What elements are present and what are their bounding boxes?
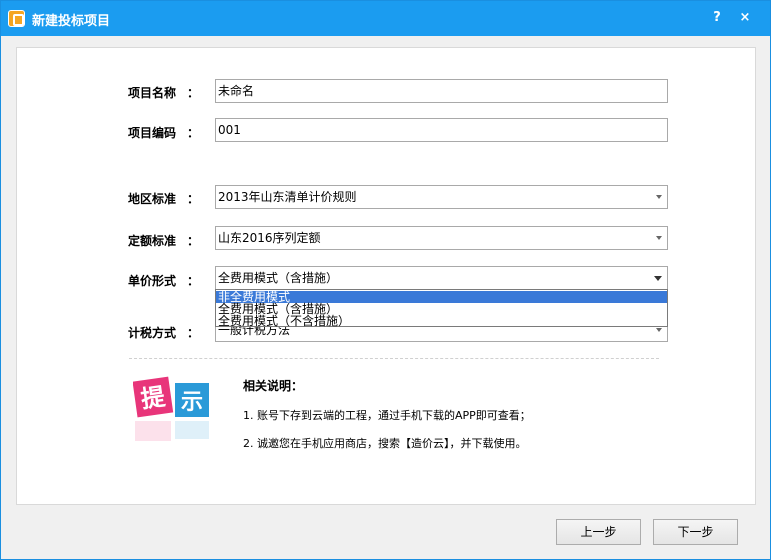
unit-price-form-select[interactable]: 全费用模式（含措施） (215, 266, 668, 290)
project-name-colon: ： (187, 86, 200, 100)
chevron-down-icon (656, 195, 662, 199)
dropdown-option[interactable]: 全费用模式（不含措施） (216, 315, 667, 327)
close-button[interactable]: × (737, 9, 753, 27)
help-button[interactable]: ? (709, 9, 725, 27)
chevron-down-icon (654, 276, 662, 281)
project-name-label: 项目名称 (128, 86, 177, 100)
tip-reflection-blue (175, 421, 209, 439)
title-bar: 新建投标项目 ? × (1, 1, 770, 36)
divider (129, 358, 659, 359)
unit-price-form-dropdown: 非全费用模式 全费用模式（含措施） 全费用模式（不含措施） (215, 289, 668, 327)
region-standard-value: 2013年山东清单计价规则 (218, 190, 357, 204)
project-code-value: 001 (218, 123, 241, 137)
project-name-input[interactable]: 未命名 (215, 79, 668, 103)
app-logo-icon (8, 10, 25, 27)
project-code-label: 项目编码 (128, 126, 177, 140)
tax-method-colon: ： (187, 326, 200, 340)
chevron-down-icon (656, 328, 662, 332)
project-code-colon: ： (187, 126, 200, 140)
new-bid-project-dialog: 新建投标项目 ? × 项目名称 ： 未命名 项目编码 ： 001 地区标准 ： … (0, 0, 771, 560)
project-code-input[interactable]: 001 (215, 118, 668, 142)
chevron-down-icon (656, 236, 662, 240)
quota-standard-value: 山东2016序列定额 (218, 231, 321, 245)
region-standard-colon: ： (187, 192, 200, 206)
quota-standard-colon: ： (187, 234, 200, 248)
tip-reflection-pink (135, 421, 171, 441)
unit-price-form-colon: ： (187, 274, 200, 288)
tips-line-1: 1. 账号下存到云端的工程，通过手机下载的APP即可查看； (243, 409, 531, 422)
tip-logo-icon: 提 示 (133, 376, 209, 441)
next-button[interactable]: 下一步 (653, 519, 738, 545)
unit-price-form-value: 全费用模式（含措施） (218, 271, 339, 285)
project-name-value: 未命名 (218, 84, 255, 98)
region-standard-select[interactable]: 2013年山东清单计价规则 (215, 185, 668, 209)
region-standard-label: 地区标准 (128, 192, 177, 206)
quota-standard-label: 定额标准 (128, 234, 177, 248)
tips-line-2: 2. 诚邀您在手机应用商店，搜索【造价云】，并下载使用。 (243, 437, 527, 450)
tips-title: 相关说明： (243, 379, 304, 393)
previous-button[interactable]: 上一步 (556, 519, 641, 545)
tax-method-label: 计税方式 (128, 326, 177, 340)
unit-price-form-label: 单价形式 (128, 274, 177, 288)
tip-logo-char-2: 示 (181, 390, 203, 415)
quota-standard-select[interactable]: 山东2016序列定额 (215, 226, 668, 250)
tip-logo-char-1: 提 (139, 382, 168, 413)
dialog-title: 新建投标项目 (32, 14, 111, 29)
